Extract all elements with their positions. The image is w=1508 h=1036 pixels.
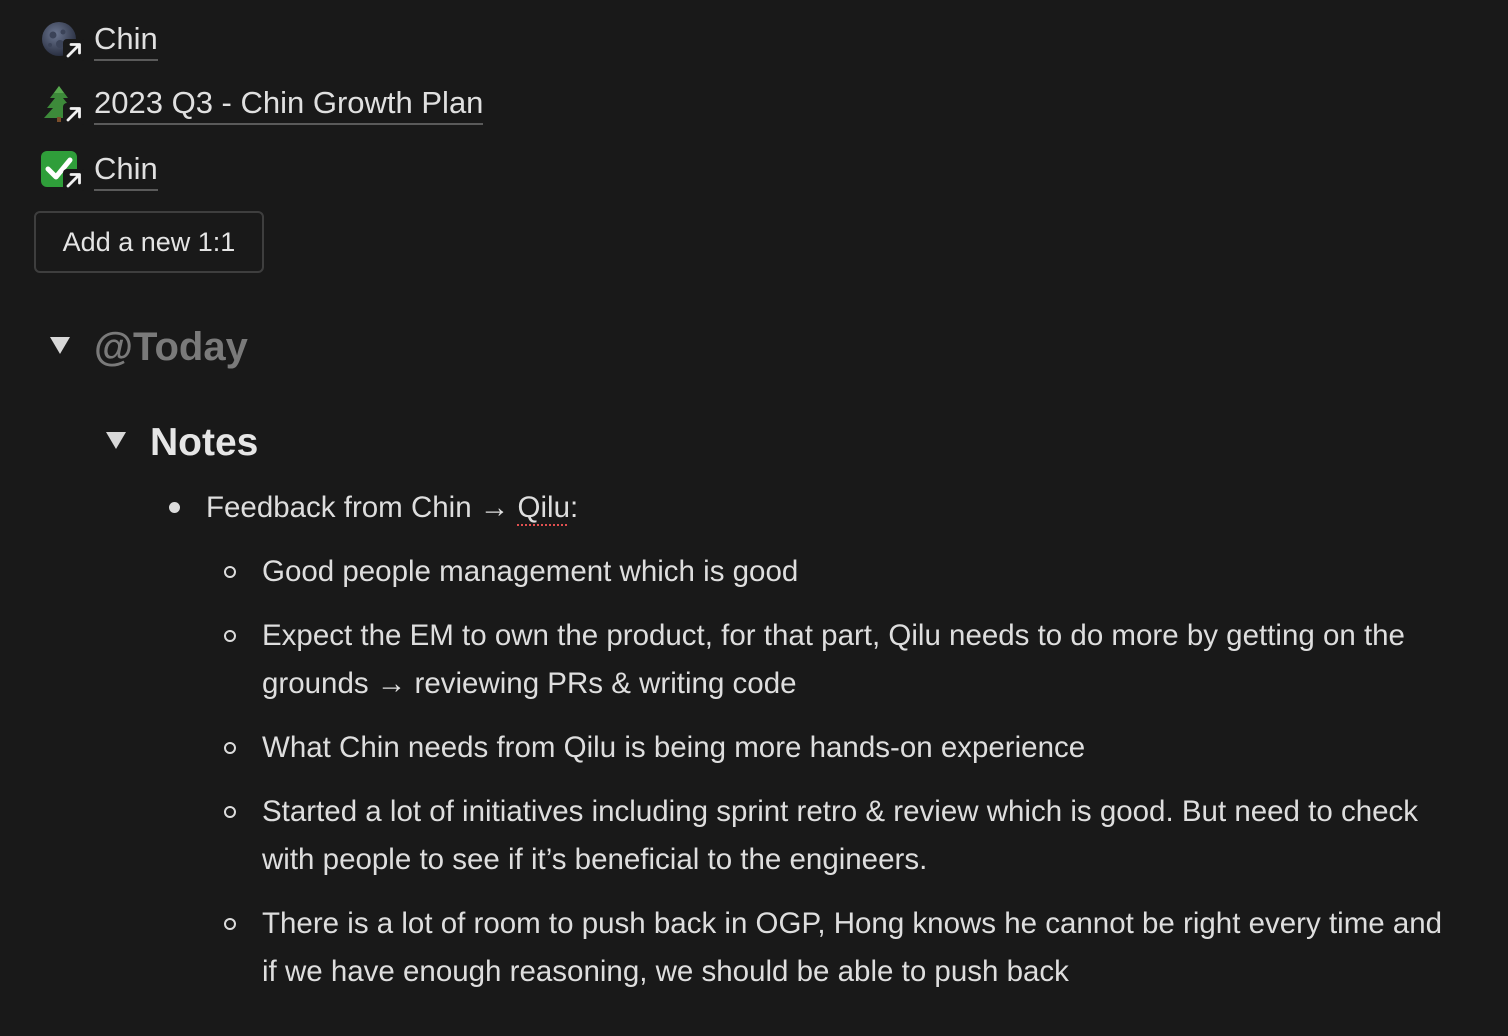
bullet-circle-icon xyxy=(224,918,236,930)
bullet-disc-icon xyxy=(169,502,180,513)
feedback-name: Qilu xyxy=(517,491,570,524)
today-toggle-triangle-icon[interactable] xyxy=(50,337,70,354)
bullet-circle-icon xyxy=(224,630,236,642)
list-item[interactable]: What Chin needs from Qilu is being more … xyxy=(262,724,1452,772)
link-label[interactable]: Chin xyxy=(94,150,158,191)
today-heading: @Today xyxy=(94,325,248,369)
feedback-suffix: : xyxy=(569,491,579,524)
link-label[interactable]: Chin xyxy=(94,20,158,61)
list-item[interactable]: Started a lot of initiatives including s… xyxy=(262,788,1452,884)
list-item[interactable]: There is a lot of room to push back in O… xyxy=(262,900,1452,996)
bullet-circle-icon xyxy=(224,742,236,754)
bullet-circle-icon xyxy=(224,806,236,818)
feedback-prefix: Feedback from Chin → xyxy=(206,491,518,524)
link-chin-check[interactable]: Chin xyxy=(40,146,158,194)
link-arrow-icon xyxy=(63,103,85,125)
notes-toggle-triangle-icon[interactable] xyxy=(106,432,126,449)
add-new-one-on-one-button[interactable]: Add a new 1:1 xyxy=(34,211,264,273)
notes-heading: Notes xyxy=(150,421,259,464)
link-arrow-icon xyxy=(63,39,85,61)
list-item[interactable]: Good people management which is good xyxy=(262,548,1452,596)
link-label[interactable]: 2023 Q3 - Chin Growth Plan xyxy=(94,84,484,125)
list-item[interactable]: Expect the EM to own the product, for th… xyxy=(262,612,1452,708)
bullet-circle-icon xyxy=(224,566,236,578)
link-arrow-icon xyxy=(63,169,85,191)
link-chin-moon[interactable]: Chin xyxy=(40,16,158,64)
feedback-item[interactable]: Feedback from Chin → Qilu: xyxy=(206,484,1456,532)
checkmark-icon xyxy=(40,148,86,192)
tree-icon xyxy=(40,82,86,126)
moon-icon xyxy=(40,18,86,62)
page: Chin 2023 Q3 - Chin Growth Plan Chin Add… xyxy=(0,0,1508,1036)
link-growth-plan[interactable]: 2023 Q3 - Chin Growth Plan xyxy=(40,80,484,128)
